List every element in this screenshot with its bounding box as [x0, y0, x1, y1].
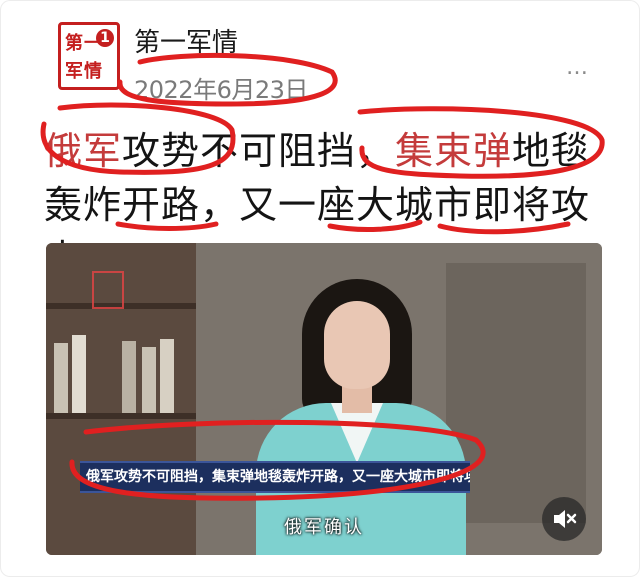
news-banner: 俄军攻势不可阻挡，集束弹地毯轰炸开路，又一座大城市即将攻占 [80, 461, 470, 493]
video-player[interactable]: 俄军攻势不可阻挡，集束弹地毯轰炸开路，又一座大城市即将攻占 俄军确认 [46, 243, 602, 555]
channel-watermark-logo [92, 271, 124, 309]
book [142, 347, 156, 413]
anchor-face [324, 301, 390, 389]
title-highlight-2: 集束弹 [395, 129, 513, 173]
post-card: 第一 1 军情 第一军情 2022年6月23日 … 俄军攻势不可阻挡，集束弹地毯… [0, 0, 640, 577]
shelf-board [46, 413, 196, 419]
title-highlight-1: 俄军 [44, 129, 123, 173]
logo-number-badge: 1 [96, 29, 114, 47]
post-date: 2022年6月23日 [134, 76, 308, 104]
book [122, 341, 136, 413]
logo-text-bottom: 军情 [65, 61, 103, 82]
news-banner-text: 俄军攻势不可阻挡，集束弹地毯轰炸开路，又一座大城市即将攻占 [86, 469, 470, 485]
volume-mute-icon[interactable] [542, 497, 586, 541]
video-subtitle: 俄军确认 [284, 517, 364, 538]
book [160, 339, 174, 413]
book [54, 343, 68, 413]
more-options-icon[interactable]: … [566, 55, 590, 80]
account-name[interactable]: 第一军情 [134, 22, 238, 59]
account-avatar-logo[interactable]: 第一 1 军情 [58, 22, 120, 90]
title-text-1: 攻势不可阻挡， [122, 129, 396, 173]
book [72, 335, 86, 413]
